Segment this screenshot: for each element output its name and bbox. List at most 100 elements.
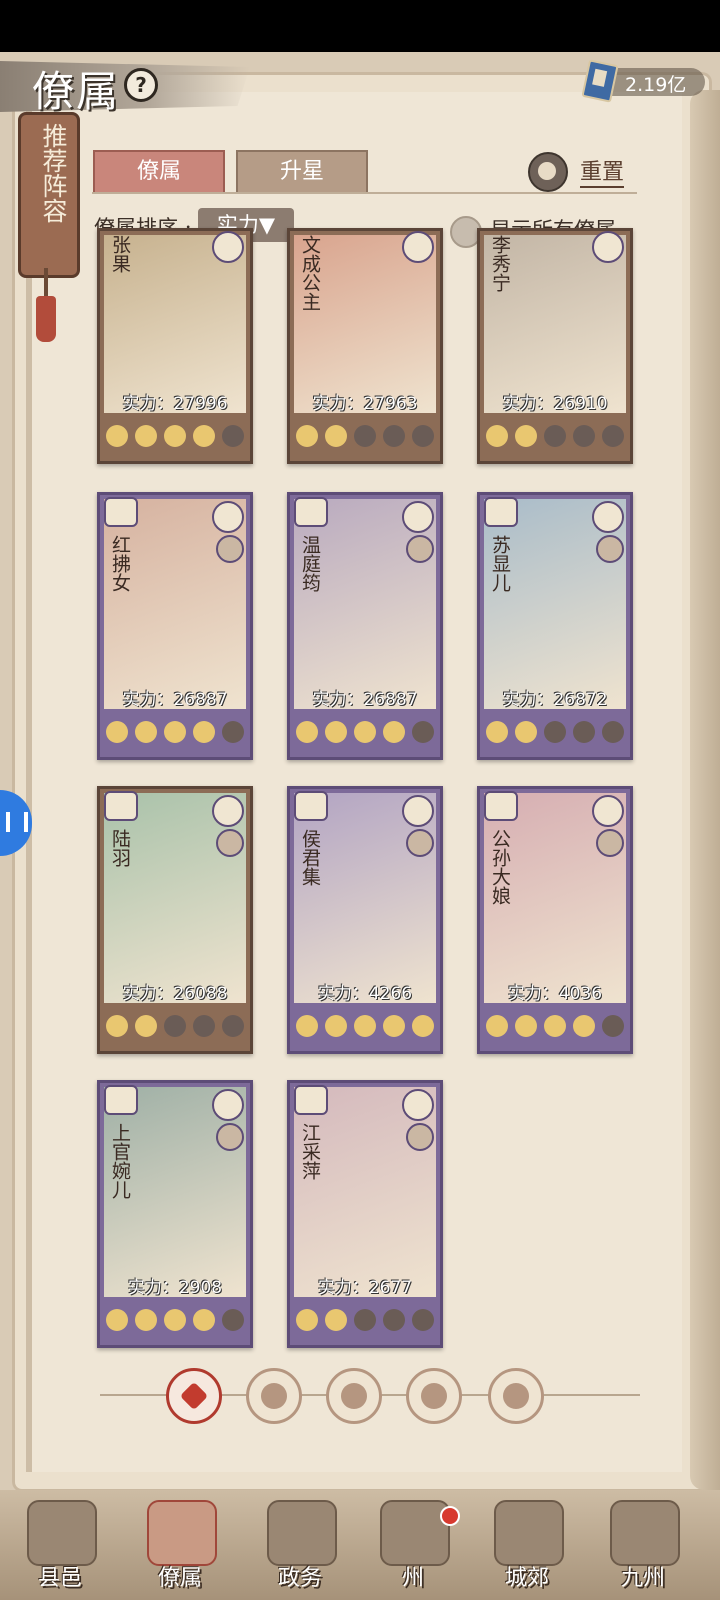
moon-star-empty-icon <box>602 425 624 447</box>
moon-star-filled-icon <box>164 425 186 447</box>
filter-glyph <box>179 1381 209 1411</box>
nav-affairs[interactable]: 政务 <box>245 1498 355 1598</box>
nav-suburbs[interactable]: 城郊 <box>472 1498 582 1598</box>
moon-star-empty-icon <box>222 1309 244 1331</box>
nav-county[interactable]: 县邑 <box>5 1498 115 1598</box>
moon-star-filled-icon <box>486 425 508 447</box>
subordinate-card[interactable]: 苏显儿 实力：26872 <box>477 492 633 760</box>
card-name: 李秀宁 <box>489 235 511 292</box>
subordinate-card[interactable]: 江采萍 实力：2677 <box>287 1080 443 1348</box>
affairs-icon <box>267 1500 337 1566</box>
card-power: 实力：27996 <box>122 394 228 414</box>
filter-glyph <box>421 1383 447 1409</box>
moon-star-filled-icon <box>325 1309 347 1331</box>
moon-star-filled-icon <box>296 425 318 447</box>
card-name: 温庭筠 <box>299 535 321 592</box>
bond-avatar-icon <box>216 829 244 857</box>
all-filter-icon[interactable] <box>166 1368 222 1424</box>
help-icon[interactable]: ? <box>124 68 158 102</box>
moon-star-filled-icon <box>135 1015 157 1037</box>
bond-avatar-icon <box>406 535 434 563</box>
suburbs-icon <box>494 1500 564 1566</box>
card-name: 公孙大娘 <box>489 829 511 905</box>
moon-star-filled-icon <box>383 1015 405 1037</box>
moon-star-filled-icon <box>486 721 508 743</box>
role-filter-icon-1[interactable] <box>246 1368 302 1424</box>
tab-subordinates[interactable]: 僚属 <box>93 150 225 194</box>
card-name: 侯君集 <box>299 829 321 886</box>
card-power: 实力：4036 <box>507 984 603 1004</box>
card-power: 实力：26887 <box>122 690 228 710</box>
moon-star-filled-icon <box>135 425 157 447</box>
nav-label: 九州 <box>620 1566 665 1591</box>
moon-star-empty-icon <box>193 1015 215 1037</box>
subordinate-card[interactable]: 红拂女实力：26887 <box>97 492 253 760</box>
tab-divider <box>92 192 637 194</box>
moon-star-empty-icon <box>412 425 434 447</box>
nav-subordinates[interactable]: 僚属 <box>125 1498 235 1598</box>
subordinate-card[interactable]: 张果 实力：27996 <box>97 228 253 464</box>
moon-star-filled-icon <box>515 721 537 743</box>
bond-avatar-icon <box>216 535 244 563</box>
moon-star-filled-icon <box>193 1309 215 1331</box>
school-icon <box>212 501 244 533</box>
moon-star-filled-icon <box>515 1015 537 1037</box>
moon-star-empty-icon <box>222 425 244 447</box>
subordinate-card[interactable]: 文成公主实力：27963 <box>287 228 443 464</box>
star-rating <box>106 717 244 747</box>
card-power: 实力：2908 <box>127 1278 223 1298</box>
moon-star-filled-icon <box>296 1015 318 1037</box>
school-icon <box>402 795 434 827</box>
reset-button[interactable]: 重置 <box>580 154 625 188</box>
role-icon <box>294 1085 328 1115</box>
star-rating <box>296 421 434 451</box>
moon-star-empty-icon <box>412 721 434 743</box>
school-icon <box>402 501 434 533</box>
subordinate-card[interactable]: 陆羽 实力：26088 <box>97 786 253 1054</box>
school-icon <box>592 795 624 827</box>
moon-star-filled-icon <box>296 1309 318 1331</box>
filter-glyph <box>503 1383 529 1409</box>
notification-dot <box>440 1506 460 1526</box>
bond-avatar-icon <box>406 1123 434 1151</box>
moon-star-filled-icon <box>106 425 128 447</box>
moon-star-filled-icon <box>135 1309 157 1331</box>
moon-star-empty-icon <box>544 425 566 447</box>
star-rating <box>296 717 434 747</box>
subordinate-card[interactable]: 李秀宁 实力：26910 <box>477 228 633 464</box>
card-name: 江采萍 <box>299 1123 321 1180</box>
card-name: 红拂女 <box>109 535 131 592</box>
tag-tassel-icon <box>36 296 56 342</box>
filter-glyph <box>341 1383 367 1409</box>
star-rating <box>106 1305 244 1335</box>
currency-display[interactable]: 2.19亿 <box>581 59 705 103</box>
card-power: 实力：27963 <box>312 394 418 414</box>
moon-star-filled-icon <box>106 1015 128 1037</box>
star-rating <box>296 1011 434 1041</box>
moon-star-empty-icon <box>354 425 376 447</box>
nav-label: 僚属 <box>157 1566 202 1591</box>
card-name: 文成公主 <box>299 235 321 311</box>
subordinate-card[interactable]: 侯君集 实力：4266 <box>287 786 443 1054</box>
school-icon <box>212 231 244 263</box>
tab-star-up[interactable]: 升星 <box>236 150 368 194</box>
card-name: 苏显儿 <box>489 535 511 592</box>
moon-star-filled-icon <box>164 1309 186 1331</box>
role-filter-icon-4[interactable] <box>488 1368 544 1424</box>
subordinate-card[interactable]: 温庭筠 实力：26887 <box>287 492 443 760</box>
moon-star-filled-icon <box>354 721 376 743</box>
role-filter-icon-2[interactable] <box>326 1368 382 1424</box>
role-filter-icon-3[interactable] <box>406 1368 462 1424</box>
nav-nine-provinces[interactable]: 九州 <box>588 1498 698 1598</box>
subordinate-card[interactable]: 公孙大娘实力：4036 <box>477 786 633 1054</box>
reset-icon[interactable] <box>528 152 568 192</box>
subordinates-icon <box>147 1500 217 1566</box>
status-bar <box>0 0 720 52</box>
moon-star-filled-icon <box>325 1015 347 1037</box>
moon-star-filled-icon <box>544 1015 566 1037</box>
recommended-lineup-tag[interactable]: 推荐阵容 <box>18 112 80 278</box>
subordinate-card[interactable]: 上官婉儿 实力：2908 <box>97 1080 253 1348</box>
role-icon <box>104 497 138 527</box>
moon-star-filled-icon <box>515 425 537 447</box>
moon-star-empty-icon <box>383 1309 405 1331</box>
